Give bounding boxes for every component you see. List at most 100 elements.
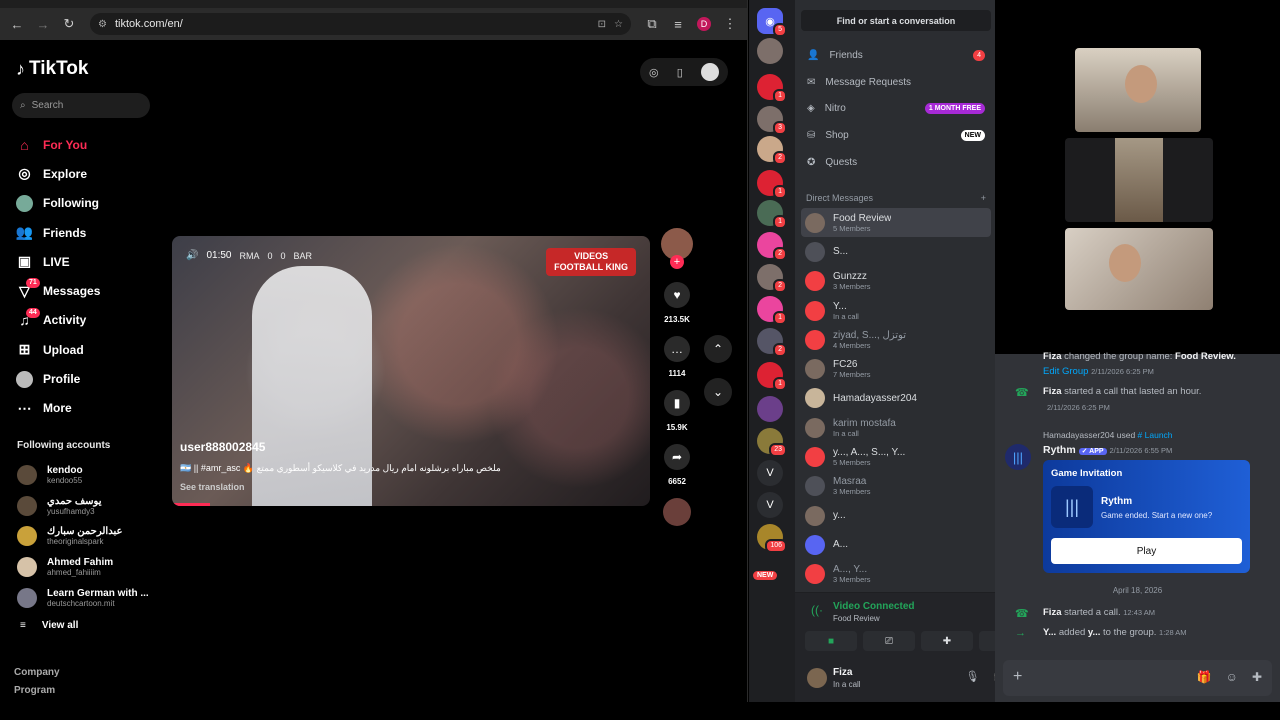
server-icon[interactable]: 1 <box>757 170 787 199</box>
server-icon[interactable] <box>757 396 783 422</box>
server-icon[interactable]: 1 <box>757 362 787 391</box>
nav-nitro[interactable]: ◈ Nitro 1 MONTH FREE <box>801 95 991 122</box>
dm-item[interactable]: FC26 7 Members <box>801 354 991 383</box>
view-all-link[interactable]: ≡ View all <box>20 620 78 631</box>
add-attachment-icon[interactable]: + <box>1013 668 1022 686</box>
extensions-icon[interactable]: ⧉ <box>641 13 663 35</box>
server-icon[interactable]: 2 <box>757 232 787 261</box>
forward-icon[interactable]: → <box>32 13 54 35</box>
video-progress-bar[interactable] <box>172 503 211 506</box>
address-bar[interactable]: ⚙ tiktok.com/en/ ⊡ ☆ <box>90 13 631 35</box>
dm-item[interactable]: Hamadayasser204 <box>801 384 991 413</box>
browser-profile-button[interactable]: D <box>693 13 715 35</box>
dm-item[interactable]: S... <box>801 237 991 266</box>
browser-menu-icon[interactable]: ⋮ <box>719 13 741 35</box>
voice-status[interactable]: Video Connected <box>833 601 915 612</box>
nav-friends[interactable]: 👤 Friends 4 <box>801 42 991 69</box>
nav-activity[interactable]: ♫ 44 Activity <box>16 306 156 335</box>
server-icon[interactable]: 1 <box>757 74 787 103</box>
comment-icon[interactable]: … <box>664 336 690 362</box>
see-translation-link[interactable]: See translation <box>180 482 245 492</box>
dm-item[interactable]: Y... In a call <box>801 296 991 325</box>
dm-item[interactable]: ziyad, S..., توتزل 4 Members <box>801 325 991 354</box>
footer-link[interactable]: Program <box>14 682 60 700</box>
creator-avatar[interactable]: + <box>661 228 693 269</box>
discord-home-icon[interactable]: ◉ 5 <box>757 8 787 37</box>
nav-profile[interactable]: Profile <box>16 364 156 393</box>
server-icon[interactable]: 106 <box>757 524 787 553</box>
microphone-icon[interactable]: 🎙 <box>965 670 979 683</box>
reload-icon[interactable]: ↻ <box>58 13 80 35</box>
add-dm-icon[interactable]: + <box>981 193 986 203</box>
music-disc-icon[interactable] <box>663 498 691 526</box>
nav-quests[interactable]: ✪ Quests <box>801 149 991 176</box>
server-icon[interactable]: 2 <box>757 136 787 165</box>
user-avatar[interactable] <box>700 63 719 81</box>
coin-icon[interactable]: ◎ <box>649 66 659 79</box>
play-button[interactable]: Play <box>1051 538 1242 564</box>
chevron-down-icon[interactable]: ⌄ <box>704 378 732 406</box>
edit-group-link[interactable]: Edit Group <box>1043 366 1088 377</box>
following-account[interactable]: kendoo kendoo55 <box>17 460 157 491</box>
volume-icon[interactable]: 🔊 <box>186 250 198 261</box>
participant-video[interactable] <box>1075 48 1201 132</box>
nav-friends[interactable]: 👥 Friends <box>16 218 156 247</box>
tiktok-logo[interactable]: ♪ TikTok <box>16 58 88 80</box>
site-info-icon[interactable]: ⚙ <box>98 19 107 30</box>
dm-item[interactable]: karim mostafa In a call <box>801 413 991 442</box>
gift-icon[interactable]: 🎁 <box>1197 670 1212 684</box>
dm-item[interactable]: y..., A..., S..., Y... 5 Members <box>801 442 991 471</box>
avatar[interactable] <box>807 668 827 688</box>
server-icon[interactable]: 1 <box>757 296 787 325</box>
rythm-avatar[interactable]: ||| <box>1005 444 1031 470</box>
video-username[interactable]: user888002845 <box>180 440 265 454</box>
server-icon[interactable]: 2 <box>757 264 787 293</box>
participant-video[interactable] <box>1065 138 1213 222</box>
video-player[interactable]: 🔊 01:50 RMA 0 0 BAR VIDEOS FOOTBALL KING… <box>172 236 650 506</box>
following-account[interactable]: Ahmed Fahim ahmed_fahiiiim <box>17 552 157 583</box>
nav-live[interactable]: ▣ LIVE <box>16 247 156 276</box>
heart-icon[interactable]: ♥ <box>664 282 690 308</box>
dm-item[interactable]: Masraa 3 Members <box>801 472 991 501</box>
dm-item[interactable]: A..., Y... 3 Members <box>801 560 991 589</box>
device-icon[interactable]: ▯ <box>677 66 683 79</box>
screen-share-icon[interactable]: ⎚ <box>863 631 915 651</box>
search-input[interactable]: ⌕ Search <box>12 93 150 118</box>
apps-icon[interactable]: ✚ <box>1252 670 1262 684</box>
server-icon[interactable]: V <box>757 492 783 518</box>
server-icon[interactable]: 1 <box>757 200 787 229</box>
conversation-search[interactable]: Find or start a conversation <box>801 10 991 31</box>
following-account[interactable]: Learn German with ... deutschcartoon.mit <box>17 582 157 613</box>
nav-for-you[interactable]: ⌂ For You <box>16 130 156 159</box>
following-account[interactable]: عبدالرحمن سبارك theoriginalspark <box>17 521 157 552</box>
camera-icon[interactable]: ■ <box>805 631 857 651</box>
server-icon[interactable]: 23 <box>757 428 787 457</box>
dm-item[interactable]: Gunzzz 3 Members <box>801 267 991 296</box>
nav-message-requests[interactable]: ✉ Message Requests <box>801 69 991 96</box>
dm-item[interactable]: Food Review 5 Members <box>801 208 991 238</box>
server-icon[interactable]: 3 <box>757 106 787 135</box>
media-icon[interactable]: ≡ <box>667 13 689 35</box>
bookmark-star-icon[interactable]: ☆ <box>614 19 623 30</box>
activities-icon[interactable]: ✚ <box>921 631 973 651</box>
nav-messages[interactable]: ▽ 71 Messages <box>16 276 156 305</box>
nav-shop[interactable]: ⛁ Shop NEW <box>801 122 991 149</box>
dm-item[interactable]: A... <box>801 530 991 559</box>
bookmark-icon[interactable]: ▮ <box>664 390 690 416</box>
nav-explore[interactable]: ◎ Explore <box>16 159 156 188</box>
voice-channel[interactable]: Food Review <box>833 614 880 623</box>
install-icon[interactable]: ⊡ <box>598 19 606 30</box>
server-icon[interactable] <box>757 38 783 64</box>
nav-more[interactable]: ⋯ More <box>16 394 156 423</box>
nav-upload[interactable]: ⊞ Upload <box>16 335 156 364</box>
share-icon[interactable]: ➦ <box>664 444 690 470</box>
emoji-icon[interactable]: ☺ <box>1226 670 1238 684</box>
message-input[interactable]: + 🎁 ☺ ✚ <box>1003 660 1272 696</box>
following-account[interactable]: يوسف حمدي yusufhamdy3 <box>17 491 157 522</box>
nav-following[interactable]: Following <box>16 189 156 218</box>
footer-link[interactable]: Company <box>14 664 60 682</box>
dm-item[interactable]: y... <box>801 501 991 530</box>
back-icon[interactable]: ← <box>6 13 28 35</box>
server-icon[interactable]: V <box>757 460 783 486</box>
follow-plus-icon[interactable]: + <box>670 255 684 269</box>
